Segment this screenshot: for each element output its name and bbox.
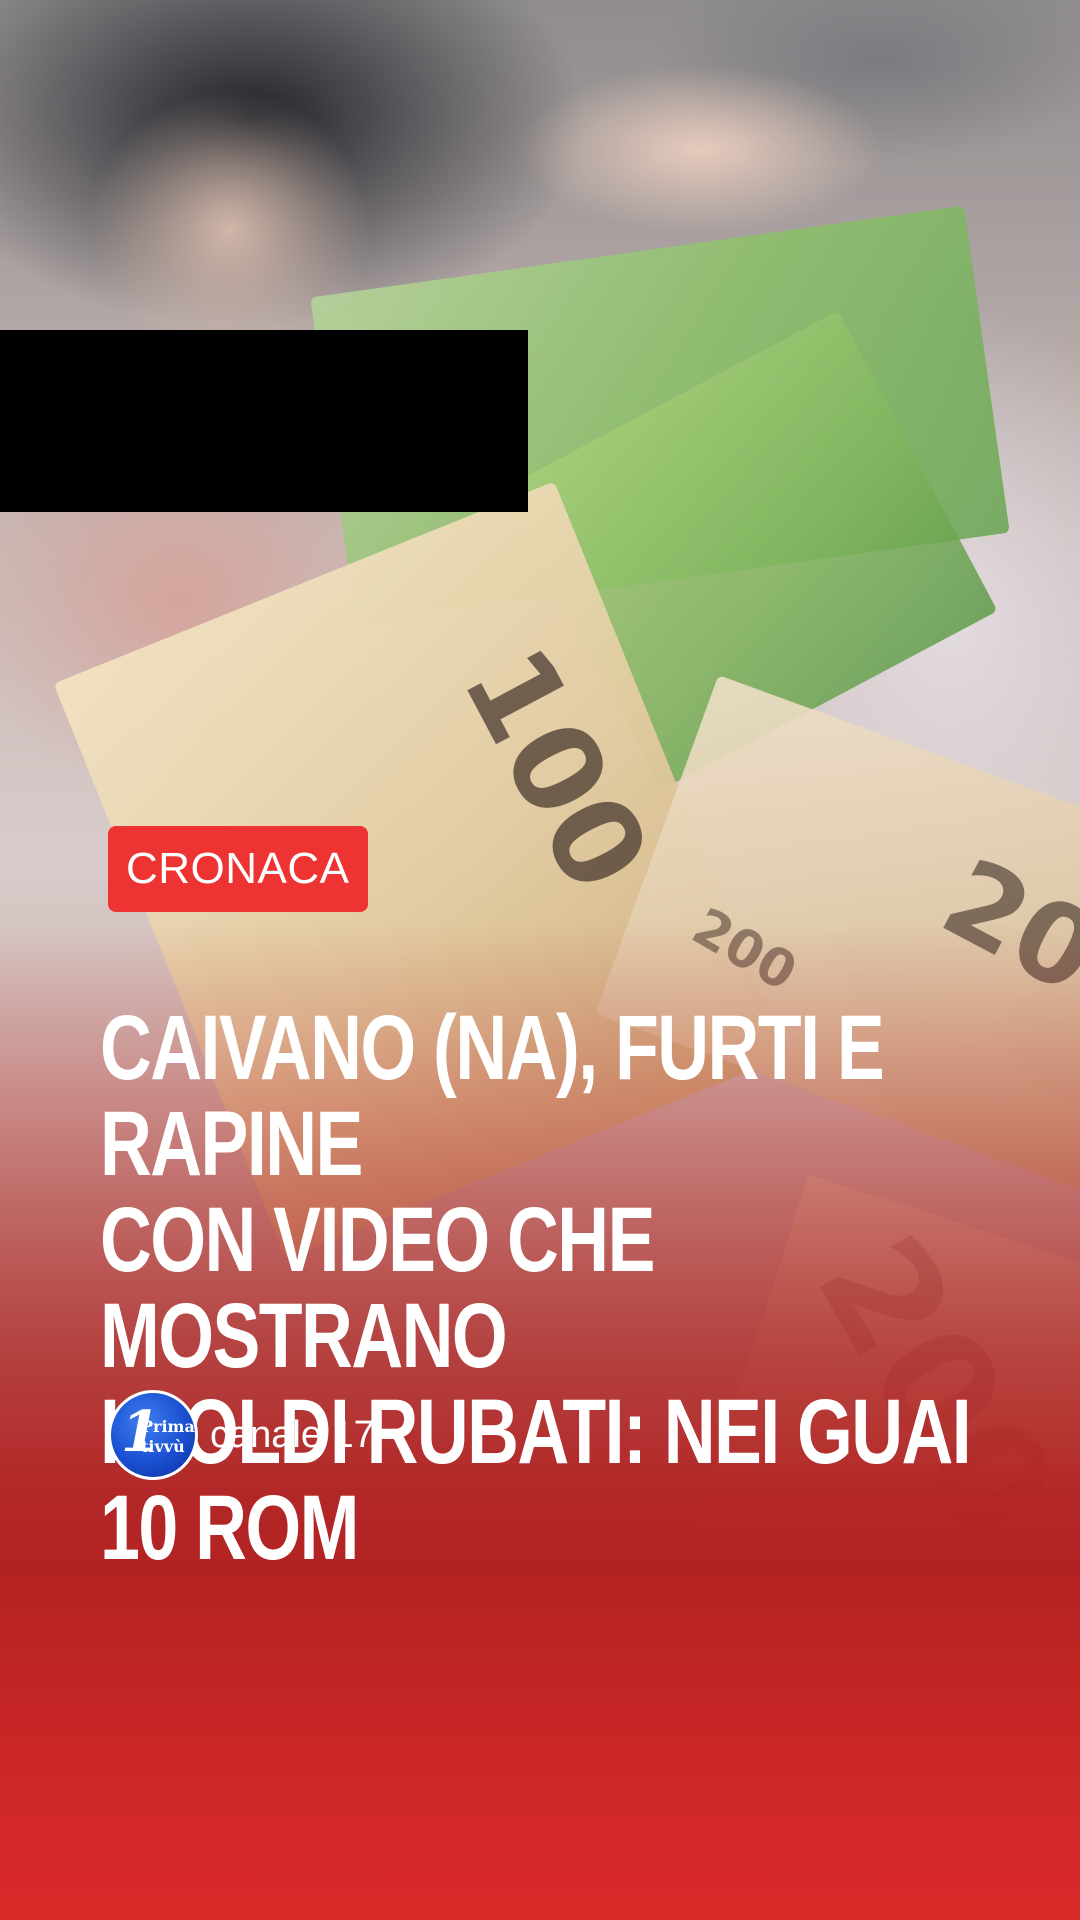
headline: CAIVANO (NA), FURTI E RAPINE CON VIDEO C…: [100, 1000, 1020, 1576]
story-card[interactable]: 100 200 200 200 CRONACA CAIVANO (NA), FU…: [0, 0, 1080, 1920]
logo-word: Prima: [141, 1417, 195, 1436]
headline-line: CAIVANO (NA), FURTI E RAPINE: [100, 997, 885, 1195]
source-attribution[interactable]: 1 Prima tivvù canale 17: [108, 1390, 375, 1480]
category-badge[interactable]: CRONACA: [108, 826, 368, 912]
logo-word: tivvù: [141, 1437, 185, 1456]
headline-line: CON VIDEO CHE MOSTRANO: [100, 1189, 655, 1387]
red-gradient-overlay: [0, 0, 1080, 1920]
category-label: CRONACA: [126, 844, 350, 893]
source-name: canale 17: [210, 1413, 375, 1456]
prima-tivvu-logo-icon: 1 Prima tivvù: [108, 1390, 198, 1480]
